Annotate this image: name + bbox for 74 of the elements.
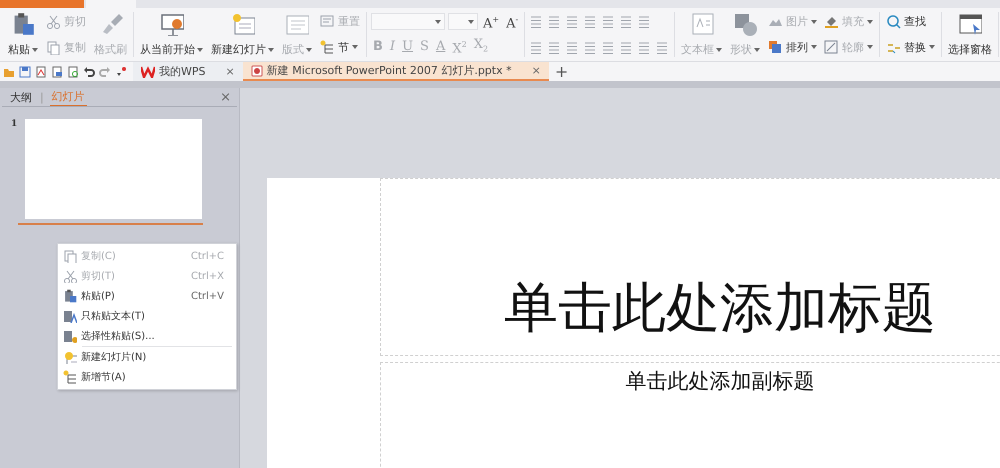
title-placeholder[interactable]: 单击此处添加标题: [380, 178, 1000, 356]
ribbon-button[interactable]: 选择窗格: [946, 10, 994, 59]
new-slide-icon: [230, 12, 254, 36]
ribbon-button[interactable]: 排列: [766, 38, 820, 56]
scissors-icon: [46, 14, 61, 30]
caret-icon: [468, 20, 474, 24]
arrange-icon: [768, 40, 784, 55]
documents-icon: [46, 40, 61, 55]
format-button[interactable]: A$^{-}$: [504, 12, 520, 32]
scissors-icon: [63, 269, 77, 283]
menu-item[interactable]: 新增节(A): [58, 367, 236, 387]
format-button[interactable]: A$^{+}$: [481, 12, 502, 32]
caret-icon: [811, 20, 818, 24]
preview-icon: [67, 66, 79, 78]
menu-item[interactable]: 粘贴(P) Ctrl+V: [58, 286, 236, 306]
ribbon-button[interactable]: 查找: [884, 13, 928, 30]
wps-logo-icon: [141, 66, 155, 78]
slide-icon: [320, 14, 335, 30]
tab-separator: |: [40, 90, 44, 104]
ribbon-button[interactable]: 替换: [884, 38, 938, 56]
caret-icon: [754, 48, 760, 52]
subtitle-placeholder[interactable]: 单击此处添加副标题: [380, 362, 1000, 468]
documents-icon: [63, 249, 77, 263]
caret-icon: [716, 48, 722, 52]
presentation-file-icon: [250, 64, 263, 76]
section-icon: [320, 40, 335, 55]
close-tab-button[interactable]: ×: [226, 65, 235, 78]
menu-item[interactable]: 新建幻灯片(N): [58, 347, 236, 367]
paste-text-icon: [63, 309, 77, 323]
customize-icon: [115, 66, 127, 78]
slide-number: 1: [11, 119, 18, 131]
menu-item[interactable]: 只粘贴文本(T): [58, 306, 236, 326]
menu-item[interactable]: 选择性粘贴(S)...: [58, 326, 236, 346]
redo-icon: [99, 66, 111, 78]
outline-icon: [824, 40, 840, 55]
slide-thumbnail[interactable]: [25, 119, 202, 219]
ribbon-button[interactable]: 粘贴: [6, 10, 40, 59]
paint-bucket-icon: [824, 14, 840, 30]
pdf-icon: [35, 66, 47, 78]
close-tab-button[interactable]: ×: [532, 64, 541, 77]
tab-label: 新建 Microsoft PowerPoint 2007 幻灯片.pptx *: [266, 63, 512, 78]
subtitle-placeholder-text: 单击此处添加副标题: [626, 368, 814, 395]
new-slide-icon: [63, 350, 77, 364]
projector-icon: [160, 12, 184, 36]
document-tab[interactable]: 我的WPS ×: [133, 62, 243, 81]
caret-icon: [929, 45, 936, 50]
ribbon-button[interactable]: 新建幻灯片: [209, 10, 276, 59]
clipboard-icon: [63, 289, 77, 303]
caret-icon: [306, 48, 312, 52]
section-icon: [63, 370, 77, 384]
caret-icon: [352, 45, 358, 50]
text-box-icon: [690, 12, 714, 36]
caret-icon: [435, 20, 441, 24]
panel-tab[interactable]: 大纲: [8, 88, 34, 106]
close-button[interactable]: ×: [220, 90, 231, 104]
ribbon-button[interactable]: 节: [318, 38, 360, 56]
paste-special-icon: [63, 329, 77, 343]
selection-pane-icon: [958, 12, 982, 36]
caret-icon: [32, 48, 38, 52]
ribbon-button[interactable]: 从当前开始: [138, 10, 205, 59]
print-icon: [51, 66, 63, 78]
caret-icon: [811, 45, 818, 50]
caret-icon: [197, 48, 203, 52]
caret-icon: [867, 45, 874, 50]
save-icon: [19, 66, 31, 78]
caret-icon: [268, 48, 274, 52]
undo-icon: [83, 66, 95, 78]
caret-icon: [867, 20, 874, 24]
tab-label: 我的WPS: [159, 64, 206, 79]
title-placeholder-text: 单击此处添加标题: [504, 275, 936, 341]
search-icon: [886, 14, 902, 30]
new-tab-button[interactable]: +: [548, 62, 574, 81]
document-tab[interactable]: 新建 Microsoft PowerPoint 2007 幻灯片.pptx * ×: [242, 62, 549, 81]
shapes-icon: [733, 12, 758, 36]
